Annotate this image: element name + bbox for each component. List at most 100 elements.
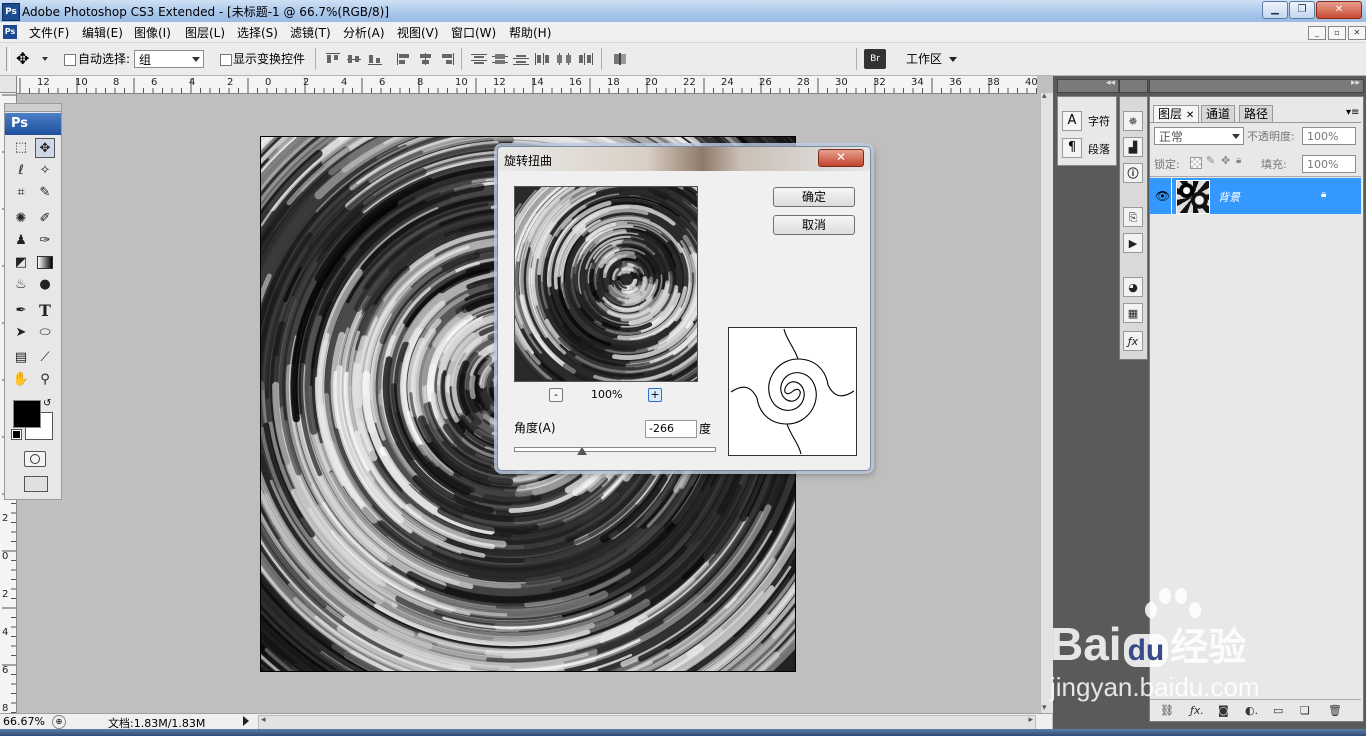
- menu-layer[interactable]: 图层(L): [185, 24, 225, 41]
- status-preview-icon[interactable]: ⊕: [52, 715, 66, 729]
- angle-slider-thumb[interactable]: [577, 447, 588, 455]
- info-icon[interactable]: ⓘ: [1123, 163, 1143, 183]
- ok-button[interactable]: 确定: [773, 187, 855, 207]
- move-tool-preset-icon[interactable]: ✥: [16, 49, 29, 68]
- actions-icon[interactable]: ▶: [1123, 233, 1143, 253]
- ruler-origin[interactable]: [0, 76, 17, 93]
- clone-stamp-tool-icon[interactable]: ♟: [11, 231, 31, 251]
- foreground-color-swatch[interactable]: [13, 400, 41, 428]
- new-group-icon[interactable]: ▭: [1273, 704, 1283, 717]
- scroll-left-icon[interactable]: ◂: [261, 715, 266, 725]
- dialog-title-bar[interactable]: 旋转扭曲 ✕: [498, 147, 870, 171]
- lock-position-icon[interactable]: ✥: [1221, 154, 1230, 167]
- crop-tool-icon[interactable]: ⌗: [11, 183, 31, 203]
- tab-close-icon[interactable]: ✕: [1186, 110, 1194, 121]
- menu-select[interactable]: 选择(S): [237, 24, 278, 41]
- swatches-icon[interactable]: ▦: [1123, 303, 1143, 323]
- menu-analysis[interactable]: 分析(A): [343, 24, 385, 41]
- healing-brush-tool-icon[interactable]: ✺: [11, 209, 31, 229]
- doc-restore-button[interactable]: ▫: [1328, 26, 1346, 40]
- distribute-left-icon[interactable]: [534, 53, 552, 65]
- menu-window[interactable]: 窗口(W): [451, 24, 496, 41]
- pen-tool-icon[interactable]: ✒: [11, 301, 31, 321]
- layer-row-background[interactable]: 👁︎ 背景 🔒︎: [1150, 178, 1361, 214]
- tools-panel-grip[interactable]: [5, 104, 61, 112]
- workspace-menu[interactable]: 工作区: [906, 50, 957, 67]
- eyedropper-tool-icon[interactable]: ⟋: [35, 348, 55, 368]
- restore-button[interactable]: ❐: [1289, 1, 1315, 19]
- fill-input[interactable]: 100%: [1302, 155, 1356, 173]
- auto-select-checkbox[interactable]: [64, 54, 76, 66]
- type-tool-icon[interactable]: T: [35, 301, 55, 321]
- zoom-out-button[interactable]: -: [549, 388, 563, 402]
- char-dock-header[interactable]: ◂◂: [1057, 78, 1119, 93]
- menu-view[interactable]: 视图(V): [397, 24, 439, 41]
- bridge-icon[interactable]: Br: [864, 49, 886, 69]
- align-right-icon[interactable]: [438, 53, 456, 65]
- ellipse-tool-icon[interactable]: ⬭: [35, 323, 55, 343]
- swap-colors-icon[interactable]: ↺: [43, 398, 51, 409]
- paragraph-panel-button[interactable]: 段落: [1088, 141, 1110, 157]
- character-panel-button[interactable]: 字符: [1088, 113, 1110, 129]
- cancel-button[interactable]: 取消: [773, 215, 855, 235]
- new-layer-icon[interactable]: ❏: [1300, 704, 1310, 717]
- brush-tool-icon[interactable]: ✐: [35, 209, 55, 229]
- link-layers-icon[interactable]: ⛓: [1160, 704, 1174, 717]
- default-colors-icon[interactable]: [11, 429, 22, 440]
- tool-preset-chevron-down-icon[interactable]: [42, 57, 48, 61]
- align-vcenter-icon[interactable]: [345, 53, 363, 65]
- tab-layers[interactable]: 图层 ✕: [1153, 105, 1200, 123]
- layer-style-icon[interactable]: ƒx.: [1190, 704, 1204, 717]
- doc-minimize-button[interactable]: _: [1308, 26, 1326, 40]
- status-menu-arrow-icon[interactable]: [243, 716, 249, 726]
- align-left-icon[interactable]: [396, 53, 414, 65]
- hand-tool-icon[interactable]: ✋: [11, 370, 31, 390]
- menu-file[interactable]: 文件(F): [29, 24, 69, 41]
- scroll-right-icon[interactable]: ▸: [1028, 715, 1033, 725]
- layer-visibility-eye-icon[interactable]: 👁︎: [1155, 189, 1170, 203]
- blur-tool-icon[interactable]: ♨: [11, 275, 31, 295]
- horizontal-scrollbar[interactable]: ◂ ▸: [258, 715, 1036, 730]
- menu-filter[interactable]: 滤镜(T): [290, 24, 331, 41]
- color-palette-icon[interactable]: ◕: [1123, 277, 1143, 297]
- tab-channels[interactable]: 通道: [1201, 105, 1236, 123]
- minimize-button[interactable]: ▁: [1262, 1, 1288, 19]
- layer-thumbnail[interactable]: [1176, 180, 1210, 214]
- opacity-input[interactable]: 100%: [1302, 127, 1356, 145]
- screen-mode-icon[interactable]: [24, 476, 48, 492]
- scroll-down-icon[interactable]: ▾: [1042, 703, 1047, 713]
- marquee-tool-icon[interactable]: ⬚: [11, 138, 31, 158]
- lock-pixels-icon[interactable]: ✎: [1206, 154, 1215, 167]
- blend-mode-dropdown[interactable]: 正常: [1154, 127, 1244, 145]
- align-hcenter-icon[interactable]: [417, 53, 435, 65]
- quick-mask-icon[interactable]: [24, 451, 46, 467]
- notes-tool-icon[interactable]: ▤: [11, 348, 31, 368]
- character-icon[interactable]: A: [1062, 111, 1082, 131]
- align-top-icon[interactable]: [324, 53, 342, 65]
- tab-paths[interactable]: 路径: [1239, 105, 1274, 123]
- menu-image[interactable]: 图像(I): [134, 24, 171, 41]
- magic-wand-tool-icon[interactable]: ✧: [35, 161, 55, 181]
- distribute-right-icon[interactable]: [576, 53, 594, 65]
- path-selection-tool-icon[interactable]: ➤: [11, 323, 31, 343]
- scroll-up-icon[interactable]: ▴: [1042, 91, 1047, 101]
- distribute-top-icon[interactable]: [470, 53, 488, 65]
- layer-name[interactable]: 背景: [1218, 189, 1240, 205]
- dialog-close-button[interactable]: ✕: [818, 149, 864, 167]
- delete-layer-icon[interactable]: 🗑︎: [1328, 704, 1342, 717]
- navigator-icon[interactable]: ✵: [1123, 111, 1143, 131]
- distribute-vcenter-icon[interactable]: [491, 53, 509, 65]
- distribute-hcenter-icon[interactable]: [555, 53, 573, 65]
- lock-all-icon[interactable]: 🔒︎: [1236, 155, 1241, 166]
- zoom-tool-icon[interactable]: ⚲: [35, 370, 55, 390]
- layers-dock-header[interactable]: ▸▸: [1149, 78, 1364, 93]
- history-brush-tool-icon[interactable]: ✑: [35, 231, 55, 251]
- doc-close-button[interactable]: ✕: [1348, 26, 1366, 40]
- histogram-icon[interactable]: ▟: [1123, 137, 1143, 157]
- align-bottom-icon[interactable]: [366, 53, 384, 65]
- slice-tool-icon[interactable]: ✎: [35, 183, 55, 203]
- history-icon[interactable]: ⎘: [1123, 207, 1143, 227]
- show-transform-checkbox[interactable]: [220, 54, 232, 66]
- panel-menu-icon[interactable]: ▾≡: [1346, 107, 1359, 118]
- distribute-bottom-icon[interactable]: [512, 53, 530, 65]
